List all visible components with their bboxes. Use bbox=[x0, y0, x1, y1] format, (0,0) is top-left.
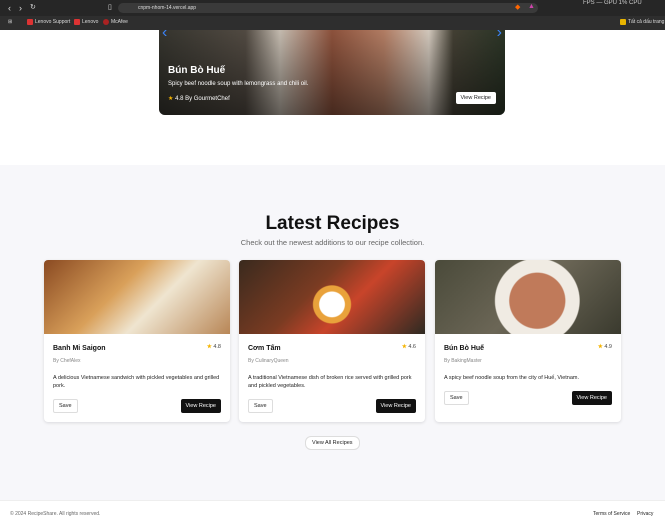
hero-title: Bún Bò Huế bbox=[168, 65, 226, 76]
hero-view-recipe-button[interactable]: View Recipe bbox=[455, 92, 496, 104]
view-recipe-button[interactable]: View Recipe bbox=[180, 399, 221, 413]
carousel-next-icon[interactable]: › bbox=[497, 30, 502, 42]
forward-icon[interactable]: › bbox=[19, 3, 22, 13]
star-icon: ★ bbox=[597, 344, 603, 350]
recipe-rating: ★ 4.6 bbox=[401, 344, 416, 350]
recipe-image[interactable] bbox=[239, 260, 425, 334]
recipe-author: By BakingMaster bbox=[444, 358, 482, 364]
reload-icon[interactable]: ↻ bbox=[30, 3, 36, 11]
recipe-description: A spicy beef noodle soup from the city o… bbox=[444, 375, 580, 381]
hero-meta: ★ 4.8 By GourmetChef bbox=[168, 96, 230, 102]
view-recipe-button[interactable]: View Recipe bbox=[375, 399, 416, 413]
star-icon: ★ bbox=[168, 96, 174, 102]
recipe-description: A traditional Vietnamese dish of broken … bbox=[248, 375, 412, 389]
save-button[interactable]: Save bbox=[444, 391, 469, 405]
recipe-card: Bún Bò Huế ★ 4.9 By BakingMaster A spicy… bbox=[435, 260, 621, 422]
star-icon: ★ bbox=[206, 344, 212, 350]
recipe-title[interactable]: Bún Bò Huế bbox=[444, 345, 484, 352]
bookmark-lenovo[interactable]: Lenovo bbox=[74, 19, 98, 25]
recipe-author: By CulinaryQueen bbox=[248, 358, 289, 364]
copyright: © 2024 RecipeShare. All rights reserved. bbox=[10, 511, 101, 517]
recipe-description: A delicious Vietnamese sandwich with pic… bbox=[53, 375, 220, 389]
recipe-rating: ★ 4.9 bbox=[597, 344, 612, 350]
save-button[interactable]: Save bbox=[248, 399, 273, 413]
bookmark-lenovo-support[interactable]: Lenovo Support bbox=[27, 19, 70, 25]
terms-link[interactable]: Terms of Service bbox=[593, 511, 630, 517]
footer: © 2024 RecipeShare. All rights reserved.… bbox=[0, 500, 665, 521]
apps-icon[interactable]: ⊞ bbox=[8, 19, 12, 25]
bookmark-icon[interactable]: ▯ bbox=[108, 3, 112, 11]
browser-chrome: ‹ › ↻ ▯ cnpm-nhom-14.vercel.app ◆ ▲ FPS … bbox=[0, 0, 665, 30]
performance-stats: FPS — GPU 1% CPU bbox=[583, 0, 642, 6]
section-subtitle: Check out the newest additions to our re… bbox=[240, 238, 425, 247]
hero-carousel: ‹ › Bún Bò Huế Spicy beef noodle soup wi… bbox=[159, 30, 505, 115]
bookmark-mcafee[interactable]: McAfee bbox=[103, 19, 128, 25]
view-all-recipes-button[interactable]: View All Recipes bbox=[305, 436, 360, 450]
star-icon: ★ bbox=[401, 344, 407, 350]
privacy-link[interactable]: Privacy bbox=[637, 511, 653, 517]
hero-description: Spicy beef noodle soup with lemongrass a… bbox=[168, 81, 309, 87]
brave-shield-icon[interactable]: ◆ bbox=[515, 3, 520, 11]
recipe-card: Banh Mi Saigon ★ 4.8 By ChefAlex A delic… bbox=[44, 260, 230, 422]
recipe-author: By ChefAlex bbox=[53, 358, 81, 364]
save-button[interactable]: Save bbox=[53, 399, 78, 413]
recipe-card: Cơm Tấm ★ 4.6 By CulinaryQueen A traditi… bbox=[239, 260, 425, 422]
rewards-icon[interactable]: ▲ bbox=[528, 3, 535, 10]
recipe-image[interactable] bbox=[435, 260, 621, 334]
view-recipe-button[interactable]: View Recipe bbox=[571, 391, 612, 405]
recipe-title[interactable]: Banh Mi Saigon bbox=[53, 345, 106, 352]
recipe-image[interactable] bbox=[44, 260, 230, 334]
bookmark-folder[interactable]: Tất cả dấu trang bbox=[620, 19, 664, 25]
recipe-rating: ★ 4.8 bbox=[206, 344, 221, 350]
carousel-prev-icon[interactable]: ‹ bbox=[162, 30, 167, 42]
section-title: Latest Recipes bbox=[265, 213, 400, 234]
recipe-title[interactable]: Cơm Tấm bbox=[248, 345, 281, 352]
address-bar[interactable]: cnpm-nhom-14.vercel.app bbox=[118, 3, 538, 13]
back-icon[interactable]: ‹ bbox=[8, 3, 11, 13]
